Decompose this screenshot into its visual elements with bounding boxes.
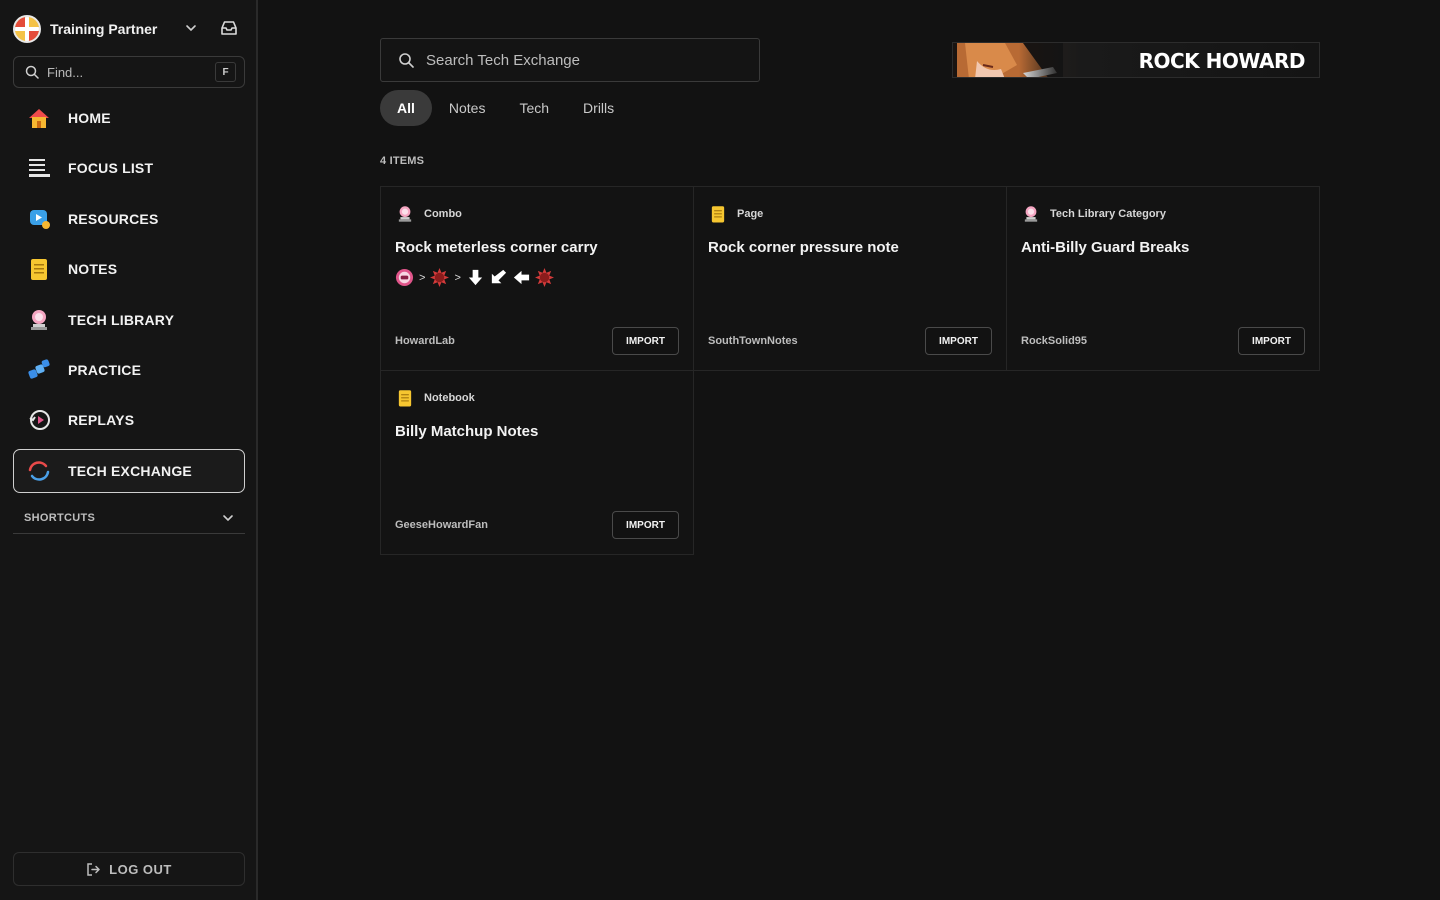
combo-separator: > [419,271,426,284]
notepad-icon [26,256,52,282]
card-author[interactable]: RockSolid95 [1021,335,1087,347]
card-title: Rock corner pressure note [708,239,899,256]
card-type: Combo [395,204,462,224]
notepad-icon [711,206,725,223]
arrow-down-left-icon [491,269,506,284]
tab-all[interactable]: All [380,90,432,126]
sidebar-item-focus-list[interactable]: FOCUS LIST [13,146,245,190]
crouch-punch-icon [395,268,414,287]
shortcuts-label: SHORTCUTS [24,511,96,524]
sidebar-item-practice[interactable]: PRACTICE [13,348,245,392]
exchange-icon [26,458,52,484]
arrow-down-icon [468,269,483,286]
sidebar-item-label: TECH LIBRARY [68,311,175,328]
sidebar-item-label: TECH EXCHANGE [68,462,192,479]
sidebar-item-label: NOTES [68,261,118,278]
card-author[interactable]: HowardLab [395,335,455,347]
sidebar-nav: HOME FOCUS LIST RESOURCES NOTES TECH LIB… [13,96,245,499]
app-root: Training Partner Find... F HOME FOCUS LI… [0,0,1440,900]
card-author[interactable]: SouthTownNotes [708,335,798,347]
filter-tabs: All Notes Tech Drills [380,90,631,126]
sidebar-item-label: RESOURCES [68,210,159,227]
card-title: Billy Matchup Notes [395,423,539,440]
sidebar-item-tech-library[interactable]: TECH LIBRARY [13,298,245,342]
tab-drills[interactable]: Drills [566,90,631,126]
list-icon [26,155,52,181]
home-icon [26,105,52,131]
burst-icon [534,268,554,287]
item-count: 4 ITEMS [380,155,425,167]
find-input[interactable]: Find... F [13,56,245,88]
sidebar-item-label: REPLAYS [68,412,135,429]
search-input[interactable] [426,51,726,69]
notepad-icon [398,390,412,407]
exchange-card[interactable]: Tech Library Category Anti-Billy Guard B… [1006,186,1320,371]
inbox-icon[interactable] [220,20,238,36]
search-icon [25,65,39,79]
tech-library-icon [26,307,52,333]
tab-notes[interactable]: Notes [432,90,503,126]
sidebar: Training Partner Find... F HOME FOCUS LI… [0,0,258,900]
logout-icon [87,862,101,876]
workspace-name: Training Partner [50,21,158,37]
card-type-label: Page [737,208,764,220]
search-bar[interactable] [380,38,760,82]
combo-separator: > [454,271,461,284]
card-author[interactable]: GeeseHowardFan [395,519,488,531]
card-type-label: Tech Library Category [1050,208,1166,220]
card-type-label: Notebook [424,392,475,404]
tech-library-icon [398,206,412,222]
import-button[interactable]: IMPORT [612,511,679,539]
burst-icon [430,268,450,287]
exchange-card[interactable]: Combo Rock meterless corner carry > > Ho… [380,186,694,371]
arrow-left-icon [513,270,529,285]
logout-label: LOG OUT [109,861,172,877]
sidebar-item-replays[interactable]: REPLAYS [13,398,245,442]
card-type: Page [708,204,763,224]
card-title: Anti-Billy Guard Breaks [1021,239,1190,256]
exchange-card[interactable]: Notebook Billy Matchup Notes GeeseHoward… [380,370,694,555]
resources-icon [26,206,52,232]
sidebar-item-notes[interactable]: NOTES [13,247,245,291]
sidebar-item-label: HOME [68,110,111,126]
logout-button[interactable]: LOG OUT [13,852,245,886]
import-button[interactable]: IMPORT [1238,327,1305,355]
card-type: Notebook [395,388,475,408]
workspace-logo [13,15,41,43]
replay-icon [26,407,52,433]
import-button[interactable]: IMPORT [612,327,679,355]
character-banner: ROCK HOWARD [952,42,1320,78]
find-shortcut-key: F [215,62,236,82]
chevron-down-icon [223,515,233,522]
find-placeholder: Find... [47,64,84,80]
card-type: Tech Library Category [1021,204,1166,224]
banner-title: ROCK HOWARD [1138,49,1306,73]
card-title: Rock meterless corner carry [395,239,598,256]
search-icon [399,53,414,68]
sidebar-item-tech-exchange[interactable]: TECH EXCHANGE [13,448,245,493]
sidebar-item-home[interactable]: HOME [13,96,245,140]
workspace-switcher[interactable]: Training Partner [13,12,245,46]
tech-library-icon [1024,206,1038,222]
chevron-down-icon[interactable] [185,22,197,34]
card-type-label: Combo [424,208,462,220]
tab-tech[interactable]: Tech [502,90,566,126]
practice-icon [26,357,52,383]
sidebar-item-label: PRACTICE [68,361,142,378]
import-button[interactable]: IMPORT [925,327,992,355]
shortcuts-section[interactable]: SHORTCUTS [13,502,245,534]
exchange-card[interactable]: Page Rock corner pressure note SouthTown… [693,186,1007,371]
sidebar-item-label: FOCUS LIST [68,160,154,177]
sidebar-item-resources[interactable]: RESOURCES [13,197,245,241]
combo-notation: > > [395,268,554,287]
character-portrait [953,43,1063,77]
